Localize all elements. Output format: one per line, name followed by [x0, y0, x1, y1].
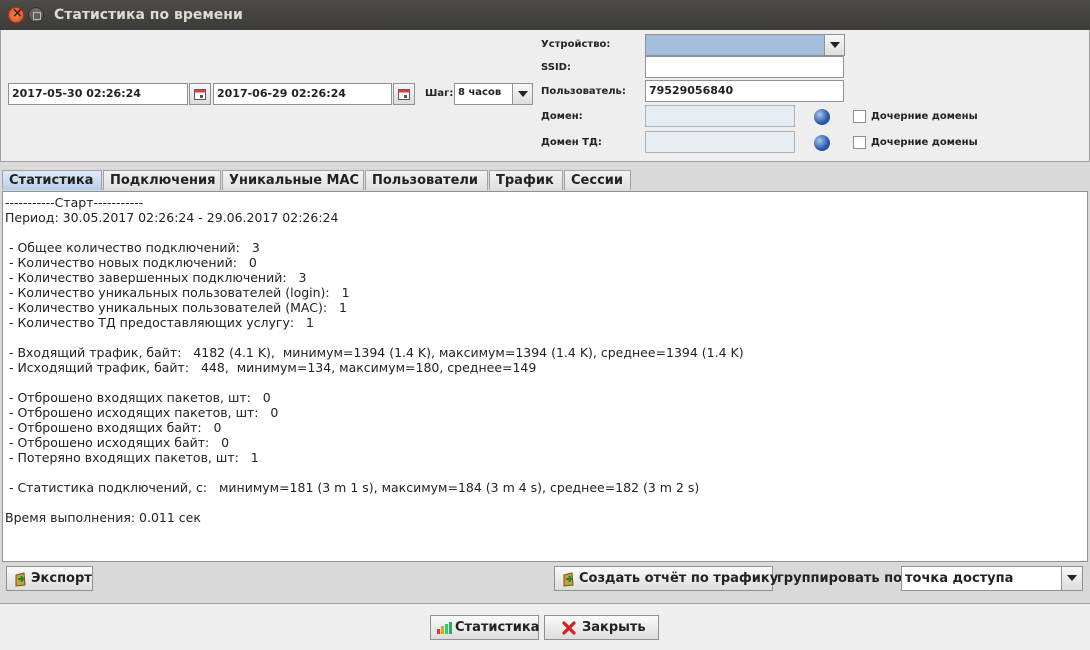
report-line: Период: 30.05.2017 02:26:24 - 29.06.2017…: [5, 210, 339, 225]
report-line: -----------Старт-----------: [5, 195, 144, 210]
child-domains-td-checkbox[interactable]: [853, 136, 866, 149]
globe-icon[interactable]: [814, 109, 830, 125]
statistics-button[interactable]: Статистика: [430, 615, 539, 640]
bar-chart-icon: [437, 622, 452, 634]
filters-panel: 2017-05-30 02:26:24 2017-06-29 02:26:24 …: [0, 30, 1090, 162]
export-button[interactable]: Экспорт: [6, 566, 93, 591]
tab-unique-mac[interactable]: Уникальные MAC: [222, 170, 364, 190]
report-line: - Исходящий трафик, байт: 448, минимум=1…: [5, 360, 537, 375]
report-line: Время выполнения: 0.011 сек: [5, 510, 201, 525]
chevron-down-icon[interactable]: [824, 35, 844, 55]
report-line: [5, 495, 744, 510]
report-line: - Общее количество подключений: 3: [5, 240, 260, 255]
group-by-label: группировать по:: [777, 571, 908, 586]
close-button[interactable]: Закрыть: [544, 615, 659, 640]
child-domains-checkbox[interactable]: [853, 110, 866, 123]
report-text: -----------Старт----------- Период: 30.05…: [5, 195, 744, 525]
tab-users[interactable]: Пользователи: [365, 170, 488, 190]
report-line: [5, 375, 744, 390]
globe-icon[interactable]: [814, 135, 830, 151]
report-line: - Количество новых подключений: 0: [5, 255, 257, 270]
traffic-report-button[interactable]: Создать отчёт по трафику: [554, 566, 778, 591]
report-line: [5, 330, 744, 345]
date-from-field[interactable]: 2017-05-30 02:26:24: [8, 83, 188, 105]
export-icon: [15, 572, 26, 587]
report-line: [5, 465, 744, 480]
report-line: - Статистика подключений, с: минимум=181…: [5, 480, 700, 495]
report-line: [5, 225, 744, 240]
window-minimize-button[interactable]: [28, 7, 44, 23]
report-panel[interactable]: -----------Старт----------- Период: 30.05…: [2, 191, 1088, 562]
export-icon: [563, 572, 574, 587]
report-line: - Входящий трафик, байт: 4182 (4.1 K), м…: [5, 345, 744, 360]
date-to-calendar-button[interactable]: [393, 83, 415, 105]
ssid-label: SSID:: [541, 62, 571, 73]
calendar-icon: [398, 89, 410, 100]
user-label: Пользователь:: [541, 86, 626, 97]
report-line: - Количество ТД предоставляющих услугу: …: [5, 315, 314, 330]
report-line: - Отброшено исходящих пакетов, шт: 0: [5, 405, 279, 420]
chevron-down-icon[interactable]: [1061, 567, 1082, 590]
statistics-button-label: Статистика: [455, 620, 540, 635]
ssid-field[interactable]: [645, 56, 844, 78]
report-line: - Отброшено исходящих байт: 0: [5, 435, 230, 450]
device-label: Устройство:: [541, 39, 611, 50]
calendar-icon: [194, 89, 206, 100]
traffic-report-label: Создать отчёт по трафику: [579, 571, 779, 586]
date-from-calendar-button[interactable]: [189, 83, 211, 105]
group-by-select-value: точка доступа: [905, 571, 1014, 586]
device-select[interactable]: [645, 34, 845, 56]
close-button-label: Закрыть: [582, 620, 646, 635]
report-line: - Количество уникальных пользователей (M…: [5, 300, 347, 315]
user-field[interactable]: 79529056840: [645, 80, 844, 102]
tab-connections[interactable]: Подключения: [103, 170, 221, 190]
tab-sessions[interactable]: Сессии: [564, 170, 631, 190]
date-to-field[interactable]: 2017-06-29 02:26:24: [213, 83, 392, 105]
domain-field: [645, 105, 795, 127]
child-domains-td-label: Дочерние домены: [871, 137, 978, 148]
step-select[interactable]: 8 часов: [454, 83, 533, 105]
report-line: - Количество завершенных подключений: 3: [5, 270, 307, 285]
domain-td-field: [645, 131, 795, 153]
tab-statistics[interactable]: Статистика: [2, 170, 102, 190]
domain-td-label: Домен ТД:: [541, 137, 602, 148]
report-line: - Отброшено входящих байт: 0: [5, 420, 222, 435]
close-icon: [562, 621, 576, 635]
export-label: Экспорт: [31, 571, 92, 586]
group-by-select[interactable]: точка доступа: [901, 566, 1083, 591]
bottom-bar: Статистика Закрыть: [0, 603, 1090, 650]
report-line: - Потеряно входящих пакетов, шт: 1: [5, 450, 259, 465]
chevron-down-icon[interactable]: [512, 84, 532, 104]
step-label: Шаг:: [425, 88, 454, 99]
window-title: Статистика по времени: [54, 7, 243, 23]
report-line: - Отброшено входящих пакетов, шт: 0: [5, 390, 271, 405]
child-domains-label: Дочерние домены: [871, 111, 978, 122]
report-line: - Количество уникальных пользователей (l…: [5, 285, 350, 300]
step-select-value: 8 часов: [458, 87, 502, 98]
tab-traffic[interactable]: Трафик: [489, 170, 563, 190]
domain-label: Домен:: [541, 111, 583, 122]
window-close-button[interactable]: [8, 6, 24, 23]
title-bar: Статистика по времени: [0, 0, 1090, 30]
